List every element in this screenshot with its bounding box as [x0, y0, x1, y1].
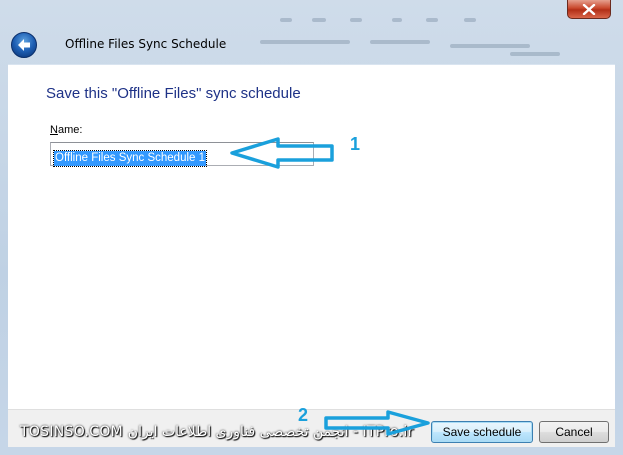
close-button[interactable] — [567, 0, 611, 19]
close-icon — [582, 3, 596, 15]
annotation-arrow-icon — [324, 410, 430, 436]
annotation-label-2: 2 — [298, 405, 309, 425]
title-bar: Offline Files Sync Schedule — [8, 26, 615, 64]
name-label-rest: ame: — [57, 124, 83, 136]
back-button[interactable] — [10, 31, 38, 59]
cancel-button[interactable]: Cancel — [539, 421, 609, 443]
window-frame: Offline Files Sync Schedule Save this "O… — [0, 0, 623, 455]
name-input-value: Offline Files Sync Schedule 1 — [52, 150, 208, 167]
window-title: Offline Files Sync Schedule — [65, 37, 227, 51]
page-heading: Save this "Offline Files" sync schedule — [46, 85, 301, 102]
annotation-label-1: 1 — [350, 134, 361, 154]
name-label-mnemonic: N — [50, 124, 58, 136]
name-label: Name: — [50, 124, 82, 136]
annotation-arrow-icon — [230, 137, 334, 169]
back-arrow-icon — [11, 32, 37, 58]
content-area: Save this "Offline Files" sync schedule … — [8, 64, 615, 409]
save-schedule-button[interactable]: Save schedule — [431, 421, 533, 443]
